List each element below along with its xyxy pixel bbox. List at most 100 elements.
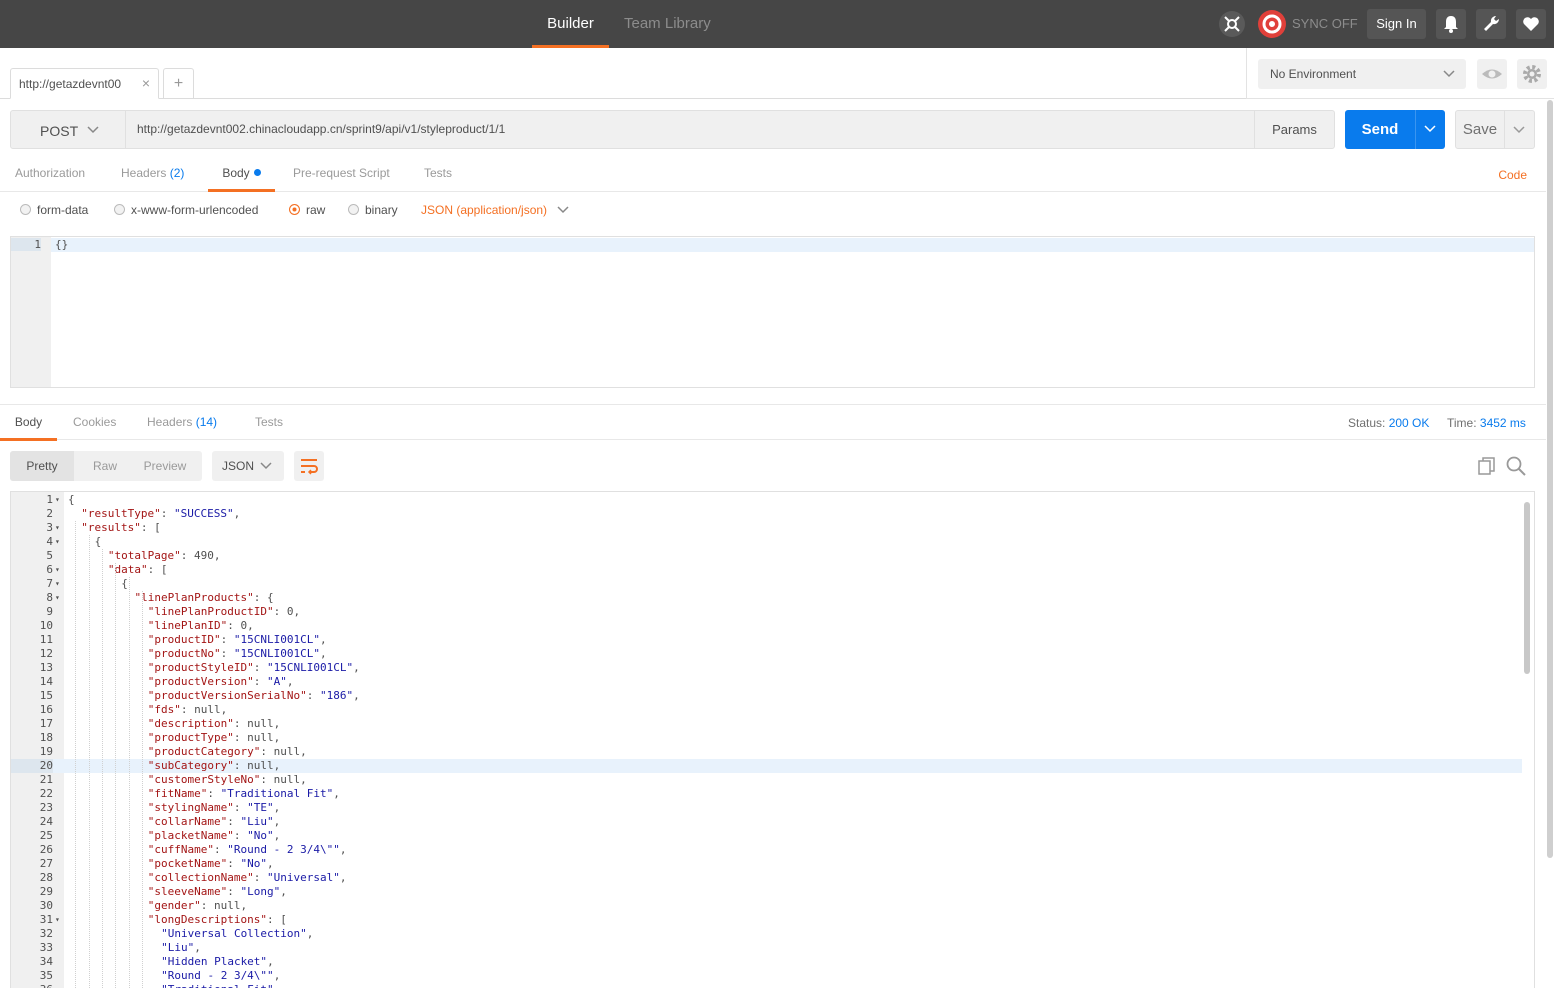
code-line: 3 ▾ "results": [ — [11, 521, 1522, 535]
wrap-lines-button[interactable] — [294, 451, 324, 481]
fold-toggle-icon[interactable]: ▾ — [55, 563, 60, 577]
tab-tests[interactable]: Tests — [424, 156, 452, 192]
line-number: 9 — [46, 605, 53, 618]
tab-body[interactable]: Body — [208, 156, 275, 192]
code-line: 34 "Hidden Placket", — [11, 955, 1522, 969]
code-text: { — [68, 493, 75, 506]
response-scrollbar[interactable] — [1524, 502, 1530, 674]
tab-authorization[interactable]: Authorization — [15, 156, 85, 192]
environment-select[interactable]: No Environment — [1258, 59, 1466, 89]
code-line: 7 ▾ { — [11, 577, 1522, 591]
indent-guide — [88, 535, 90, 988]
method-select[interactable]: POST — [10, 110, 126, 149]
request-tab[interactable]: http://getazdevnt00 × — [10, 68, 159, 99]
page-scrollbar[interactable] — [1547, 100, 1553, 858]
code-text: "productType": null, — [147, 731, 281, 744]
send-button[interactable]: Send — [1345, 110, 1415, 149]
tab-prerequest-script[interactable]: Pre-request Script — [293, 156, 390, 192]
radio-raw[interactable]: raw — [289, 203, 325, 217]
code-line: 5 "totalPage": 490, — [11, 549, 1522, 563]
response-format-select[interactable]: JSON — [212, 451, 284, 481]
params-button[interactable]: Params — [1254, 110, 1335, 149]
add-tab-button[interactable]: + — [163, 68, 194, 99]
active-line — [51, 238, 1534, 252]
sign-in-button[interactable]: Sign In — [1367, 9, 1426, 39]
fold-toggle-icon[interactable]: ▾ — [55, 577, 60, 591]
code-text: "Round - 2 3/4\"", — [161, 969, 281, 982]
code-text: { — [121, 577, 128, 590]
code-text: "results": [ — [81, 521, 161, 534]
response-headers-count: (14) — [195, 415, 218, 429]
radio-icon — [20, 204, 31, 215]
code-line: 31 ▾ "longDescriptions": [ — [11, 913, 1522, 927]
fold-toggle-icon[interactable]: ▾ — [55, 591, 60, 605]
code-line: 4 ▾ { — [11, 535, 1522, 549]
manage-environments-button[interactable] — [1517, 59, 1547, 89]
response-body-viewer[interactable]: 1 ▾{2 "resultType": "SUCCESS", 3 ▾ "results":… — [10, 491, 1535, 988]
line-number: 14 — [39, 675, 53, 688]
fold-toggle-icon[interactable]: ▾ — [55, 913, 60, 927]
save-button[interactable]: Save — [1455, 110, 1505, 149]
view-preview[interactable]: Preview — [136, 451, 194, 481]
radio-form-data-label: form-data — [37, 203, 89, 217]
environment-panel: No Environment — [1246, 48, 1554, 99]
wrap-icon — [301, 459, 318, 475]
fold-toggle-icon[interactable]: ▾ — [55, 493, 60, 507]
code-text: "productStyleID": "15CNLI001CL", — [147, 661, 360, 674]
notifications-button[interactable] — [1436, 9, 1466, 39]
line-number: 17 — [39, 717, 53, 730]
tab-headers[interactable]: Headers (2) — [121, 156, 184, 192]
interceptor-icon[interactable] — [1217, 9, 1247, 39]
tab-team-library[interactable]: Team Library — [624, 0, 714, 48]
code-line: 35 "Round - 2 3/4\"", — [11, 969, 1522, 983]
code-line: 20 "subCategory": null, — [11, 759, 1522, 773]
code-line: 1 ▾ { — [11, 493, 1522, 507]
line-number: 28 — [39, 871, 53, 884]
code-text: "placketName": "No", — [147, 829, 281, 842]
radio-form-data[interactable]: form-data — [20, 203, 88, 217]
fold-toggle-icon[interactable]: ▾ — [55, 521, 60, 535]
radio-binary[interactable]: binary — [348, 203, 398, 217]
settings-button[interactable] — [1476, 9, 1506, 39]
code-text: "stylingName": "TE", — [147, 801, 281, 814]
url-input[interactable]: http://getazdevnt002.chinacloudapp.cn/sp… — [126, 110, 1254, 149]
request-body-content[interactable]: {} — [55, 238, 68, 251]
indent-guide — [141, 591, 143, 988]
sync-icon[interactable] — [1257, 9, 1287, 39]
radio-urlencoded-label: x-www-form-urlencoded — [131, 203, 259, 217]
tab-response-body[interactable]: Body — [0, 405, 57, 441]
sync-status[interactable]: SYNC OFF — [1292, 0, 1358, 48]
code-line: 30 "gender": null, — [11, 899, 1522, 913]
code-text: "gender": null, — [147, 899, 248, 912]
generate-code-link[interactable]: Code — [1498, 168, 1527, 182]
time-info: Time: 3452 ms — [1447, 416, 1526, 430]
code-line: 26 "cuffName": "Round - 2 3/4\"", — [11, 843, 1522, 857]
headers-count: (2) — [169, 166, 185, 180]
tab-cookies[interactable]: Cookies — [73, 405, 116, 441]
line-number: 22 — [39, 787, 53, 800]
radio-urlencoded[interactable]: x-www-form-urlencoded — [114, 203, 258, 217]
fold-toggle-icon[interactable]: ▾ — [55, 535, 60, 549]
environment-quick-look-button[interactable] — [1477, 59, 1507, 89]
content-type-select[interactable]: JSON (application/json) — [421, 203, 570, 217]
environment-selected: No Environment — [1270, 67, 1357, 81]
send-options-button[interactable] — [1415, 110, 1445, 149]
tab-builder[interactable]: Builder — [532, 0, 609, 48]
save-options-button[interactable] — [1505, 110, 1535, 149]
close-icon[interactable]: × — [142, 75, 150, 91]
tab-response-headers[interactable]: Headers (14) — [147, 405, 217, 441]
search-icon[interactable] — [1505, 455, 1527, 477]
support-button[interactable] — [1516, 9, 1546, 39]
code-line: 10 "linePlanID": 0, — [11, 619, 1522, 633]
response-tabs: Body Cookies Headers (14) Tests Status: … — [0, 404, 1546, 441]
line-number: 15 — [39, 689, 53, 702]
request-body-editor[interactable]: 1 {} — [10, 236, 1535, 388]
view-pretty[interactable]: Pretty — [10, 451, 74, 481]
code-line: 16 "fds": null, — [11, 703, 1522, 717]
line-number: 6 — [46, 563, 53, 576]
tab-test-results[interactable]: Tests — [255, 405, 283, 441]
heart-icon — [1523, 17, 1539, 31]
view-raw[interactable]: Raw — [80, 451, 130, 481]
line-number: 1 — [46, 493, 53, 506]
copy-icon[interactable] — [1476, 455, 1498, 477]
